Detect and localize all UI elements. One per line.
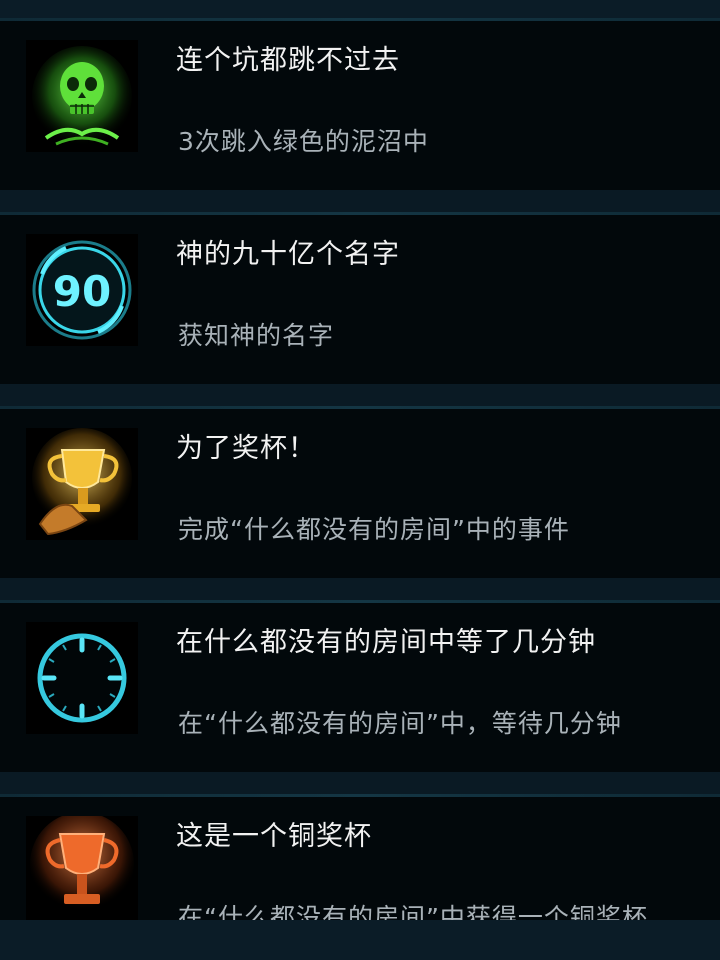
achievement-item[interactable]: 为了奖杯！ 完成“什么都没有的房间”中的事件 xyxy=(0,406,720,578)
achievement-list-screen: 连个坑都跳不过去 3次跳入绿色的泥沼中 90 神的九十亿个名字 获知神的名字 为… xyxy=(0,0,720,960)
achievement-title: 为了奖杯！ xyxy=(176,433,316,464)
clock-icon xyxy=(26,622,138,734)
achievement-description: 完成“什么都没有的房间”中的事件 xyxy=(178,515,570,544)
ninety-dial-icon: 90 xyxy=(26,234,138,346)
achievement-description: 3次跳入绿色的泥沼中 xyxy=(178,127,429,156)
dial-number: 90 xyxy=(53,267,111,316)
bottom-bar xyxy=(0,920,720,960)
achievement-item[interactable]: 90 神的九十亿个名字 获知神的名字 xyxy=(0,212,720,384)
achievement-title: 连个坑都跳不过去 xyxy=(176,45,400,76)
achievement-item[interactable]: 连个坑都跳不过去 3次跳入绿色的泥沼中 xyxy=(0,18,720,190)
bronze-trophy-icon xyxy=(26,816,138,928)
achievement-title: 在什么都没有的房间中等了几分钟 xyxy=(176,627,596,658)
achievement-description: 获知神的名字 xyxy=(178,321,335,350)
green-skull-icon xyxy=(26,40,138,152)
achievement-title: 神的九十亿个名字 xyxy=(176,239,400,270)
achievement-description: 在“什么都没有的房间”中，等待几分钟 xyxy=(178,709,622,738)
achievement-title: 这是一个铜奖杯 xyxy=(176,821,372,852)
achievement-item[interactable]: 在什么都没有的房间中等了几分钟 在“什么都没有的房间”中，等待几分钟 xyxy=(0,600,720,772)
gold-trophy-icon xyxy=(26,428,138,540)
